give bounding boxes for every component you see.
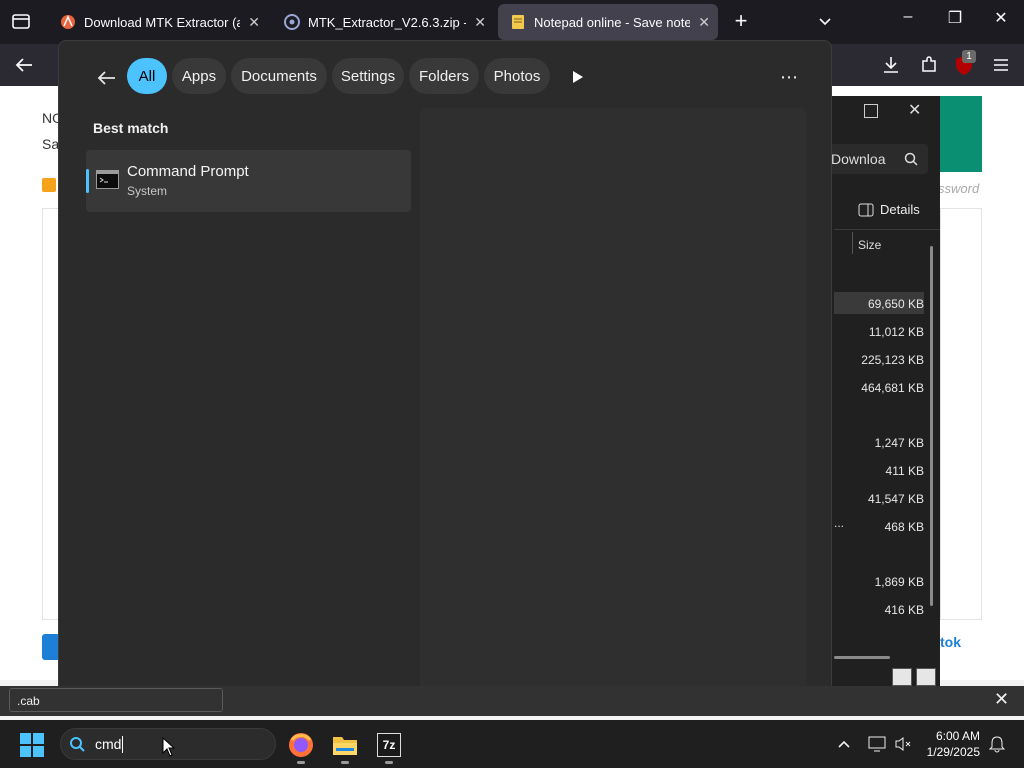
size-cell: 41,547 KB xyxy=(867,492,924,506)
app-running-indicator xyxy=(341,761,349,764)
filter-settings[interactable]: Settings xyxy=(332,58,404,94)
7zip-app-icon[interactable]: 7z xyxy=(377,733,401,757)
tab-overview-button[interactable] xyxy=(10,10,32,32)
tiles-view-icon[interactable] xyxy=(916,668,936,686)
browser-tab-bar: Download MTK Extractor (all ve ✕ MTK_Ext… xyxy=(0,0,1024,44)
result-type: System xyxy=(127,184,168,198)
site-favicon-icon xyxy=(284,14,300,30)
download-file-chip[interactable]: .cab xyxy=(9,688,223,712)
page-text-line: Sa xyxy=(42,136,60,152)
minimize-icon[interactable]: – xyxy=(893,8,923,26)
more-options-icon[interactable]: ⋯ xyxy=(780,68,800,88)
network-icon[interactable] xyxy=(868,735,886,753)
page-card xyxy=(940,208,982,620)
filter-folders[interactable]: Folders xyxy=(409,58,479,94)
downloads-bar-close-icon[interactable]: ✕ xyxy=(994,689,1009,710)
site-favicon-icon xyxy=(61,15,75,29)
size-cell: 468 KB xyxy=(884,520,924,534)
page-link[interactable]: tok xyxy=(940,634,961,650)
details-view-icon[interactable] xyxy=(892,668,912,686)
vertical-scrollbar[interactable] xyxy=(930,246,933,606)
tab-title: MTK_Extractor_V2.6.3.zip - Andr xyxy=(308,14,466,30)
tab-list-icon xyxy=(12,14,30,29)
notification-bell-icon[interactable] xyxy=(988,735,1006,753)
truncated-name-ellipsis: ... xyxy=(834,516,845,530)
menu-hamburger-icon[interactable] xyxy=(990,54,1012,76)
filter-all[interactable]: All xyxy=(127,58,167,94)
filter-documents[interactable]: Documents xyxy=(231,58,327,94)
clock-date[interactable]: 1/29/2025 xyxy=(918,745,980,759)
password-field-hint: ssword xyxy=(938,181,980,196)
size-column: 69,650 KB 11,012 KB 225,123 KB 464,681 K… xyxy=(828,96,940,690)
size-cell: 225,123 KB xyxy=(861,353,924,367)
size-cell: 11,012 KB xyxy=(868,325,924,339)
tab-title: Download MTK Extractor (all ve xyxy=(84,14,241,30)
restore-icon[interactable]: ❐ xyxy=(940,8,970,28)
tab-close-icon[interactable]: ✕ xyxy=(248,14,260,31)
result-preview-pane xyxy=(420,108,806,706)
tab-mtk-zip[interactable]: MTK_Extractor_V2.6.3.zip - Andr ✕ xyxy=(272,4,494,40)
size-cell: 464,681 KB xyxy=(861,381,924,395)
back-arrow-icon[interactable] xyxy=(12,54,36,76)
tab-mtk-download[interactable]: Download MTK Extractor (all ve ✕ xyxy=(48,4,268,40)
firefox-app-icon[interactable] xyxy=(288,732,314,758)
notepad-favicon-icon xyxy=(512,15,524,29)
size-cell: 1,869 KB xyxy=(874,575,924,589)
extensions-puzzle-icon[interactable] xyxy=(918,54,940,76)
best-match-result[interactable]: Command Prompt System xyxy=(86,150,411,212)
search-back-arrow-icon[interactable] xyxy=(94,67,118,89)
tab-title: Notepad online - Save notes or xyxy=(534,14,691,30)
teal-banner xyxy=(940,96,982,172)
horizontal-scrollbar[interactable] xyxy=(834,656,890,659)
size-cell: 69,650 KB xyxy=(867,297,924,311)
show-hidden-icons-chevron-icon[interactable] xyxy=(836,736,852,752)
extension-badge: 1 xyxy=(962,50,976,63)
more-filters-play-icon[interactable] xyxy=(570,68,586,86)
text-cursor xyxy=(122,736,123,753)
app-running-indicator xyxy=(297,761,305,764)
clock-time[interactable]: 6:00 AM xyxy=(918,729,980,743)
size-cell: 416 KB xyxy=(884,603,924,617)
tab-notepad-online[interactable]: Notepad online - Save notes or ✕ xyxy=(498,4,718,40)
filter-apps[interactable]: Apps xyxy=(172,58,226,94)
window-close-icon[interactable]: ✕ xyxy=(986,8,1016,28)
volume-muted-icon[interactable] xyxy=(894,735,912,753)
best-match-heading: Best match xyxy=(93,120,169,136)
app-running-indicator xyxy=(385,761,393,764)
size-cell: 411 KB xyxy=(885,464,924,478)
search-icon xyxy=(70,737,85,752)
orange-badge-icon xyxy=(42,178,56,192)
file-explorer-app-icon[interactable] xyxy=(332,733,358,757)
downloads-bar: .cab ✕ xyxy=(0,686,1024,716)
result-name: Command Prompt xyxy=(127,163,249,180)
search-query-text: cmd xyxy=(95,736,122,752)
downloads-icon[interactable] xyxy=(880,54,902,76)
download-file-name: .cab xyxy=(17,694,40,708)
list-all-tabs-chevron-icon[interactable] xyxy=(815,12,835,32)
new-tab-button[interactable]: + xyxy=(730,10,752,32)
size-cell: 1,247 KB xyxy=(874,436,924,450)
start-windows-icon[interactable] xyxy=(20,733,44,757)
selection-indicator xyxy=(86,169,89,193)
command-prompt-icon xyxy=(96,170,119,189)
tab-close-icon[interactable]: ✕ xyxy=(698,14,710,31)
file-explorer-window: ✕ Downloa Details Size 69,650 KB 11,012 … xyxy=(828,96,940,690)
mouse-pointer-icon xyxy=(162,736,176,757)
tab-close-icon[interactable]: ✕ xyxy=(474,14,486,31)
filter-photos[interactable]: Photos xyxy=(484,58,550,94)
